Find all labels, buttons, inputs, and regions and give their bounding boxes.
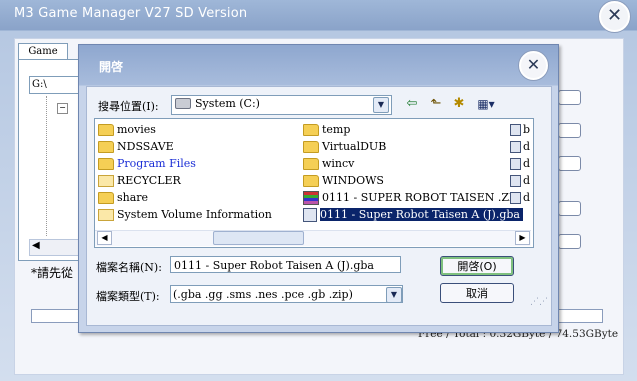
- shared-folder-icon: [98, 192, 114, 204]
- filetype-select[interactable]: (.gba .gg .sms .nes .pce .gb .zip): [170, 285, 403, 303]
- side-button-1[interactable]: [558, 90, 581, 105]
- main-close-button[interactable]: ✕: [599, 1, 630, 32]
- look-in-value: System (C:): [195, 97, 260, 110]
- file-name: VirtualDUB: [322, 140, 387, 153]
- list-item[interactable]: temp: [303, 121, 350, 138]
- gba-file-icon: [303, 208, 317, 222]
- filename-input[interactable]: 0111 - Super Robot Taisen A (J).gba: [170, 256, 401, 273]
- tree-expand-toggle[interactable]: −: [57, 103, 68, 114]
- file-name: NDSSAVE: [117, 140, 174, 153]
- list-item-selected[interactable]: 0111 - Super Robot Taisen A (J).gba: [303, 206, 523, 223]
- tab-game[interactable]: Game: [18, 43, 68, 60]
- folder-icon: [303, 158, 319, 170]
- dialog-title: 開啓: [99, 60, 124, 74]
- resize-grip-icon[interactable]: ⋰⋰: [530, 297, 548, 307]
- side-button-2[interactable]: [558, 123, 581, 138]
- list-item[interactable]: wincv: [303, 155, 354, 172]
- file-name: d: [523, 174, 531, 187]
- list-item[interactable]: d: [510, 138, 532, 155]
- file-icon: [510, 192, 521, 204]
- main-window-title: M3 Game Manager V27 SD Version: [14, 6, 248, 21]
- list-item[interactable]: NDSSAVE: [98, 138, 174, 155]
- file-icon: [510, 158, 521, 170]
- list-item[interactable]: share: [98, 189, 148, 206]
- list-item[interactable]: System Volume Information: [98, 206, 272, 223]
- filename-label: 檔案名稱(N):: [96, 261, 162, 274]
- chevron-down-icon[interactable]: ▼: [373, 97, 389, 113]
- folder-icon: [98, 209, 114, 221]
- drive-icon: [175, 98, 191, 109]
- folder-icon: [303, 124, 319, 136]
- file-name: 0111 - SUPER ROBOT TAISEN .ZIP: [322, 191, 521, 204]
- list-item[interactable]: d: [510, 189, 532, 206]
- cancel-button[interactable]: 取消: [440, 283, 514, 303]
- file-name: wincv: [322, 157, 355, 170]
- scrollbar-thumb[interactable]: [213, 231, 304, 245]
- scroll-left-icon[interactable]: ◀: [97, 231, 112, 245]
- list-item[interactable]: 0111 - SUPER ROBOT TAISEN .ZIP: [303, 189, 521, 206]
- dialog-close-button[interactable]: ✕: [519, 51, 548, 80]
- file-name: d: [523, 140, 531, 153]
- back-arrow-icon[interactable]: ⇦: [404, 96, 420, 112]
- filetype-label: 檔案類型(T):: [96, 290, 160, 303]
- list-item[interactable]: RECYCLER: [98, 172, 181, 189]
- file-list-horizontal-scrollbar[interactable]: [95, 230, 531, 246]
- file-icon: [510, 141, 521, 153]
- list-item[interactable]: d: [510, 172, 532, 189]
- file-name: d: [523, 157, 531, 170]
- folder-icon: [303, 141, 319, 153]
- folder-icon: [98, 158, 114, 170]
- chevron-down-icon[interactable]: ▼: [386, 287, 402, 303]
- view-menu-icon[interactable]: ▦▾: [474, 96, 498, 112]
- folder-icon: [303, 175, 319, 187]
- up-folder-icon[interactable]: ⬑: [427, 96, 445, 112]
- zip-archive-icon: [303, 191, 319, 205]
- file-icon: [510, 124, 521, 136]
- side-button-4[interactable]: [558, 201, 581, 216]
- look-in-label: 搜尋位置(I):: [98, 100, 159, 113]
- file-name: WINDOWS: [322, 174, 384, 187]
- folder-icon: [98, 141, 114, 153]
- folder-icon: [98, 124, 114, 136]
- recycler-folder-icon: [98, 175, 114, 187]
- scroll-right-icon[interactable]: ▶: [515, 231, 530, 245]
- file-name: d: [523, 191, 531, 204]
- list-item[interactable]: Program Files: [98, 155, 196, 172]
- list-item[interactable]: movies: [98, 121, 156, 138]
- file-name: 0111 - Super Robot Taisen A (J).gba: [320, 208, 523, 221]
- hint-text: *請先從: [31, 266, 74, 280]
- file-name: Program Files: [117, 157, 196, 170]
- list-item[interactable]: b: [510, 121, 532, 138]
- list-item[interactable]: VirtualDUB: [303, 138, 386, 155]
- file-name: RECYCLER: [117, 174, 181, 187]
- scroll-left-icon[interactable]: ◀: [32, 240, 40, 251]
- new-folder-icon[interactable]: ✱: [450, 96, 468, 112]
- file-name: temp: [322, 123, 351, 136]
- file-name: share: [117, 191, 149, 204]
- open-button[interactable]: 開啓(O): [440, 256, 514, 276]
- file-name: b: [523, 123, 531, 136]
- side-button-5[interactable]: [558, 234, 581, 249]
- file-name: movies: [117, 123, 156, 136]
- file-icon: [510, 175, 521, 187]
- list-item[interactable]: WINDOWS: [303, 172, 384, 189]
- file-name: System Volume Information: [117, 208, 272, 221]
- tree-line: [46, 96, 48, 236]
- side-button-3[interactable]: [558, 156, 581, 171]
- list-item[interactable]: d: [510, 155, 532, 172]
